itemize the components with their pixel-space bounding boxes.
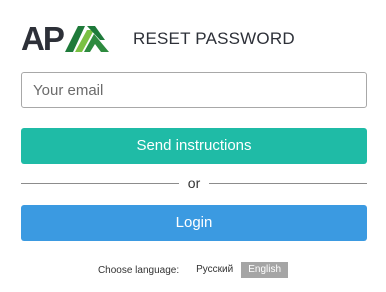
page-title: RESET PASSWORD (133, 29, 295, 48)
divider-text: or (187, 175, 201, 191)
divider-line-left (21, 182, 179, 184)
header: AP (21, 20, 109, 56)
language-selector: Choose language: Русский English (0, 262, 386, 278)
ap-logo-chevron-icon (64, 26, 109, 52)
language-option-english[interactable]: English (241, 262, 289, 278)
logo-text: AP (21, 19, 65, 57)
divider-line-right (209, 182, 368, 184)
logo: AP (21, 22, 109, 55)
language-label: Choose language: (97, 264, 180, 276)
email-input[interactable] (21, 72, 367, 108)
login-button[interactable]: Login (21, 205, 367, 241)
or-divider: or (21, 174, 368, 192)
language-option-russian[interactable]: Русский (189, 262, 240, 278)
send-instructions-button[interactable]: Send instructions (21, 128, 367, 164)
